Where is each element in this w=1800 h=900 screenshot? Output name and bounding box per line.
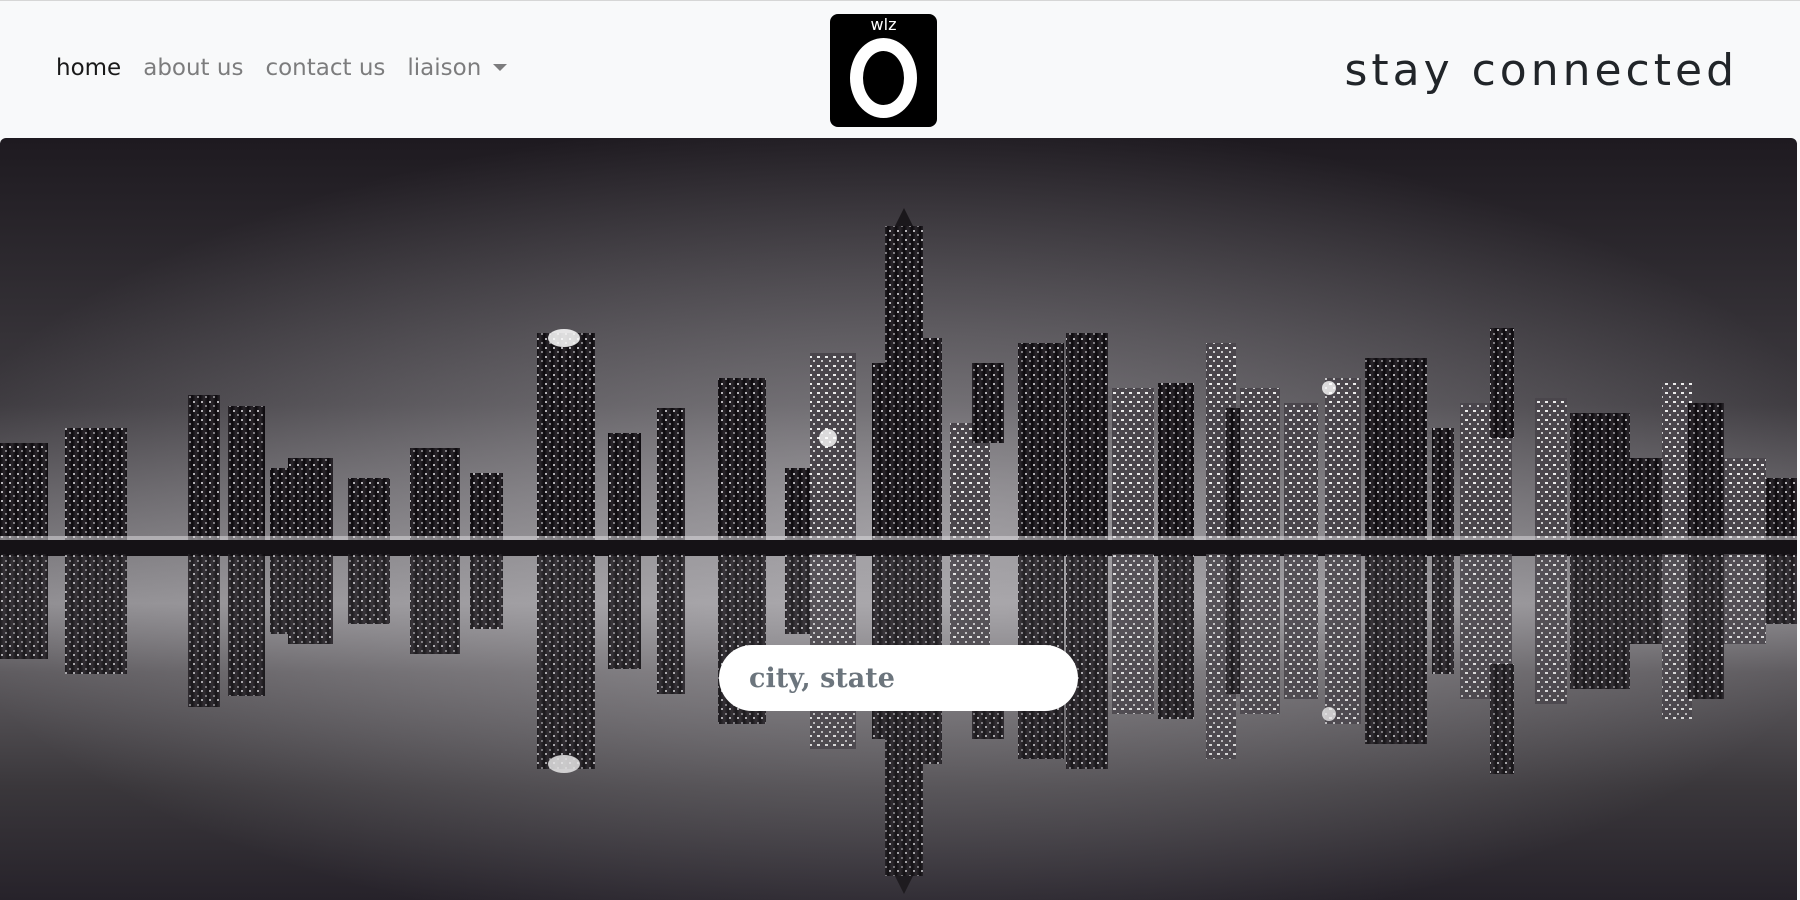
brand-small-text: wlz	[870, 15, 897, 34]
nav-link-home[interactable]: home	[56, 55, 121, 81]
location-search-input[interactable]	[719, 645, 1078, 711]
ring-logo-icon	[850, 38, 917, 118]
tagline: stay connected	[1344, 45, 1738, 96]
city-skyline-image	[0, 138, 1797, 900]
navbar: home about us contact us liaison wlz sta…	[0, 1, 1800, 138]
nav-link-contact-us[interactable]: contact us	[265, 55, 385, 81]
nav-link-liaison-dropdown[interactable]: liaison	[407, 55, 508, 81]
hero-banner	[0, 138, 1797, 900]
page: home about us contact us liaison wlz sta…	[0, 0, 1800, 900]
nav-links: home about us contact us liaison	[56, 55, 529, 81]
brand-logo[interactable]: wlz	[830, 14, 937, 127]
nav-link-liaison-label: liaison	[407, 55, 482, 81]
caret-down-icon	[493, 64, 508, 71]
nav-link-about-us[interactable]: about us	[143, 55, 243, 81]
search-box	[719, 645, 1078, 711]
